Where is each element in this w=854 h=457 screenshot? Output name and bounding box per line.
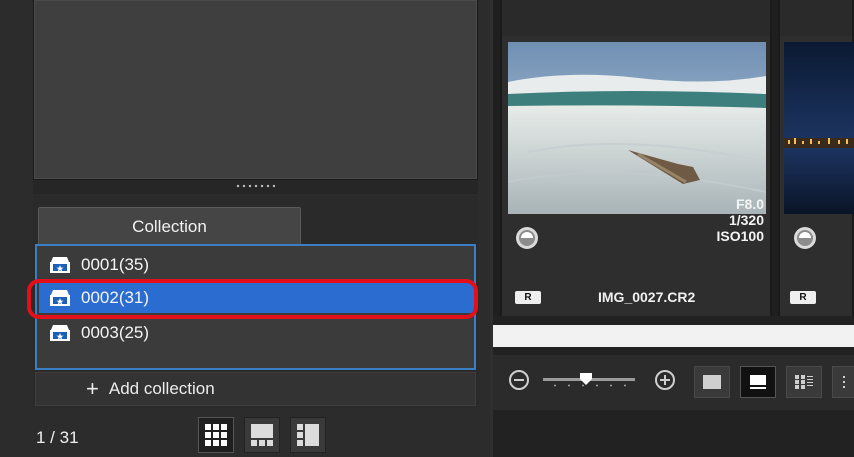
collection-item-label: 0002(31) xyxy=(81,288,150,307)
thumbnail-image[interactable] xyxy=(508,42,766,214)
split-layout-button[interactable] xyxy=(290,417,326,453)
iso-value: ISO100 xyxy=(716,228,764,244)
single-view-button[interactable] xyxy=(694,366,730,398)
rating-ring-icon[interactable] xyxy=(515,226,539,250)
raw-badge: R xyxy=(515,291,541,304)
collection-item-label: 0003(25) xyxy=(81,323,150,342)
grid-layout-button[interactable] xyxy=(198,417,234,453)
collection-item-0003[interactable]: 0003(25) xyxy=(39,318,474,348)
filmstrip-layout-button[interactable] xyxy=(244,417,280,453)
more-view-button[interactable] xyxy=(832,366,854,398)
single-image-icon xyxy=(703,375,721,389)
add-collection-label: Add collection xyxy=(108,379,215,398)
thumbnail-list-icon xyxy=(795,375,813,389)
filmstrip-view-icon xyxy=(251,424,273,446)
shutter-value: 1/320 xyxy=(728,212,764,228)
aperture-value: F8.0 xyxy=(735,196,764,212)
plus-icon: + xyxy=(86,376,99,401)
collection-box-icon xyxy=(50,290,70,306)
add-collection-button[interactable]: + Add collection xyxy=(35,372,476,406)
preview-area xyxy=(33,0,478,180)
exif-info: F8.0 1/320 ISO100 xyxy=(640,196,764,244)
collection-box-icon xyxy=(50,257,70,273)
list-view-button[interactable] xyxy=(786,366,822,398)
info-bar xyxy=(493,325,854,347)
more-options-icon xyxy=(842,376,845,388)
info-view-button[interactable] xyxy=(740,366,776,398)
tab-collection-label: Collection xyxy=(132,216,207,236)
collection-list: 0001(35) 0002(31) 0003(25) xyxy=(35,244,476,370)
split-view-icon xyxy=(297,424,319,446)
zoom-in-icon[interactable] xyxy=(654,369,676,391)
collection-box-icon xyxy=(50,325,70,341)
zoom-out-icon[interactable] xyxy=(508,369,530,391)
image-with-info-icon xyxy=(750,375,766,389)
rating-ring-icon[interactable] xyxy=(793,226,817,250)
collection-item-0002[interactable]: 0002(31) xyxy=(39,283,474,313)
collection-item-0001[interactable]: 0001(35) xyxy=(39,250,474,280)
raw-badge: R xyxy=(790,291,816,304)
thumbnail-image[interactable] xyxy=(784,42,854,214)
grid-view-icon xyxy=(205,424,227,446)
page-count: 1 / 31 xyxy=(36,428,79,447)
splitter-grip-icon[interactable] xyxy=(235,184,275,188)
thumbnail-filename: IMG_0027.CR2 xyxy=(598,289,696,305)
tab-collection[interactable]: Collection xyxy=(38,207,301,245)
collection-item-label: 0001(35) xyxy=(81,255,150,274)
zoom-slider-knob[interactable] xyxy=(579,372,593,386)
